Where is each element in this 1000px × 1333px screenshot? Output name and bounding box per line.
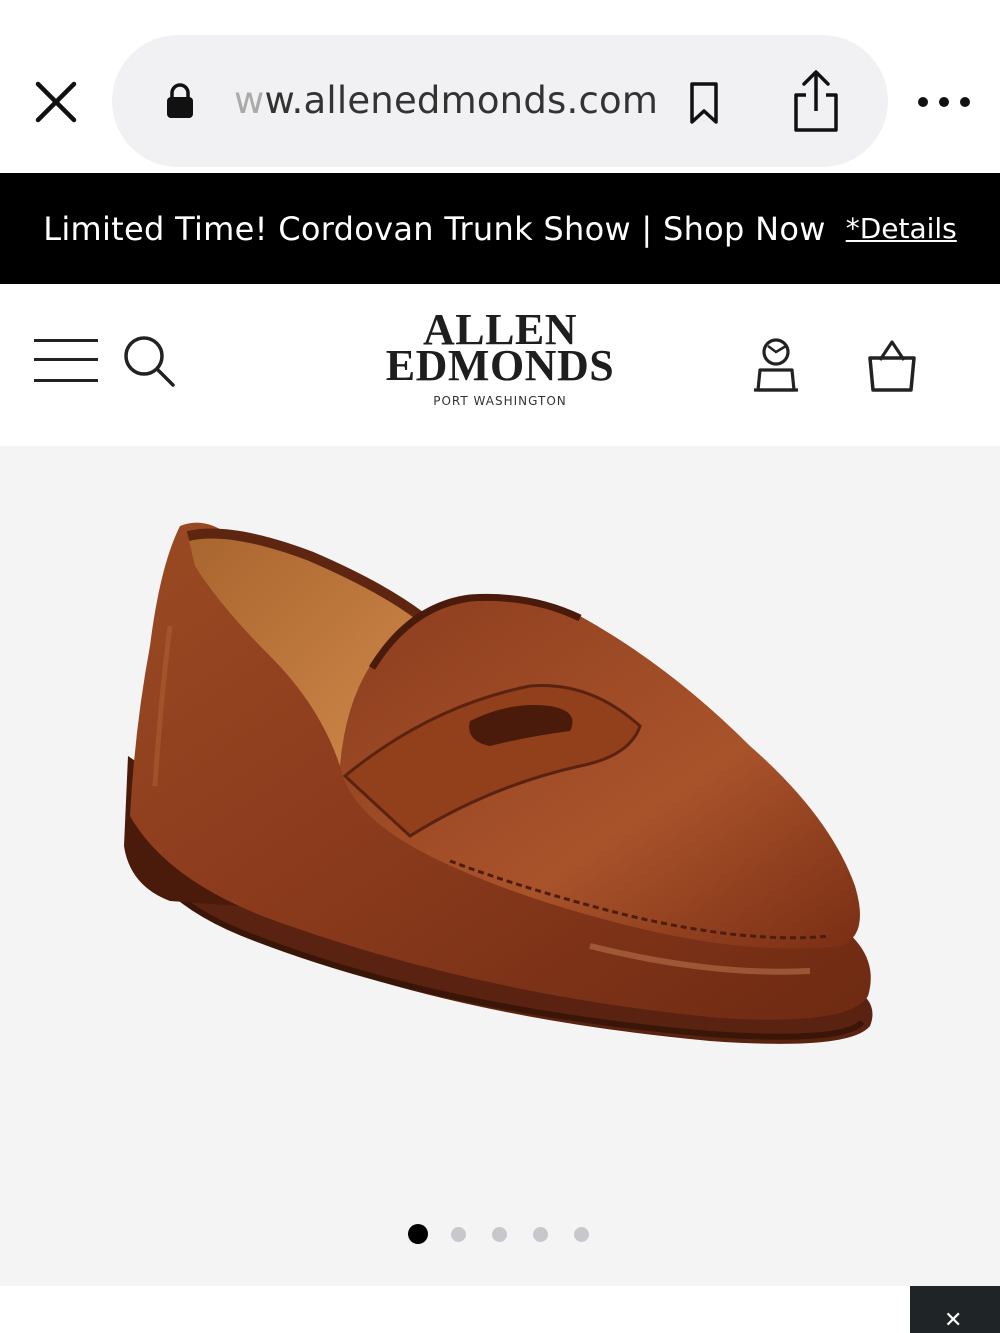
carousel-indicators: [408, 1224, 615, 1244]
url-text[interactable]: ww.allenedmonds.com: [234, 79, 658, 122]
logo-line-edmonds: EDMONDS: [385, 341, 615, 390]
chat-widget-tab[interactable]: ✕: [910, 1286, 1000, 1333]
dot-icon: [918, 97, 928, 107]
share-icon[interactable]: [788, 69, 844, 133]
hamburger-menu-icon[interactable]: [34, 336, 98, 386]
carousel-dot-3[interactable]: [492, 1226, 507, 1242]
product-image-gallery[interactable]: [0, 446, 1000, 1286]
logo-subtitle: PORT WASHINGTON: [433, 394, 567, 408]
bookmark-icon[interactable]: [684, 81, 724, 125]
address-bar[interactable]: ww.allenedmonds.com: [112, 35, 888, 167]
url-domain: w.allenedmonds.com: [264, 79, 659, 122]
brand-logo[interactable]: ALLEN EDMONDS PORT WASHINGTON: [360, 308, 640, 409]
url-faded-prefix: w: [234, 79, 265, 122]
promo-banner[interactable]: Limited Time! Cordovan Trunk Show | Shop…: [0, 173, 1000, 284]
promo-details-link[interactable]: *Details: [846, 212, 957, 245]
close-icon: [35, 81, 77, 123]
carousel-dot-1[interactable]: [408, 1224, 428, 1244]
lock-icon: [167, 83, 193, 118]
carousel-dot-2[interactable]: [451, 1226, 466, 1242]
dot-icon: [960, 97, 970, 107]
browser-toolbar: ww.allenedmonds.com: [0, 0, 1000, 172]
shopping-bag-icon[interactable]: [864, 338, 920, 394]
dot-icon: [939, 97, 949, 107]
search-icon[interactable]: [120, 334, 178, 390]
carousel-dot-4[interactable]: [533, 1226, 548, 1242]
page-content-below: ✕: [0, 1286, 1000, 1333]
more-options-button[interactable]: [918, 84, 970, 120]
product-image[interactable]: [110, 506, 900, 1066]
carousel-dot-5[interactable]: [574, 1226, 589, 1242]
close-tab-button[interactable]: [28, 74, 84, 130]
expand-icon: ✕: [944, 1308, 963, 1333]
account-icon[interactable]: [748, 336, 804, 394]
promo-text[interactable]: Limited Time! Cordovan Trunk Show | Shop…: [43, 210, 826, 248]
site-header: ALLEN EDMONDS PORT WASHINGTON: [0, 284, 1000, 446]
